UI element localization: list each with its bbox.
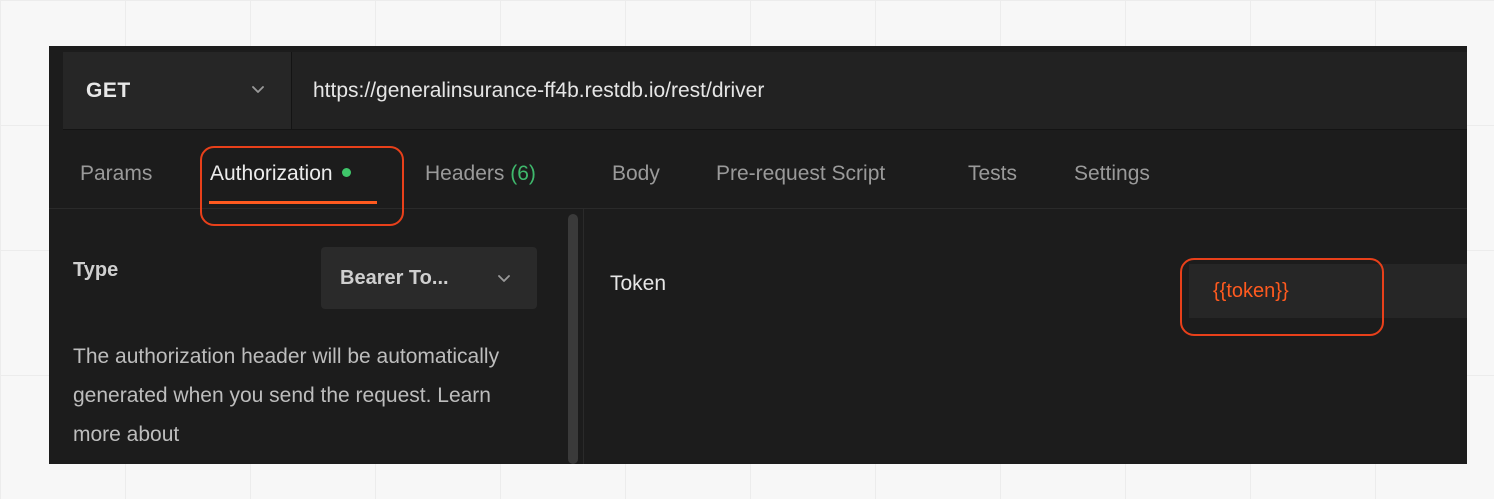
chevron-down-icon [498, 275, 510, 282]
chevron-down-icon [252, 86, 264, 93]
pane-divider[interactable] [583, 209, 584, 464]
tab-params[interactable]: Params [80, 162, 152, 186]
tab-settings[interactable]: Settings [1074, 162, 1150, 186]
scrollbar[interactable] [568, 214, 578, 464]
method-select[interactable]: GET [63, 52, 292, 129]
tab-body[interactable]: Body [612, 162, 660, 186]
tab-tests[interactable]: Tests [968, 162, 1017, 186]
url-input[interactable]: https://generalinsurance-ff4b.restdb.io/… [313, 52, 1413, 129]
type-label: Type [73, 259, 119, 281]
url-bar: GET https://generalinsurance-ff4b.restdb… [63, 52, 1467, 130]
tab-headers[interactable]: Headers (6) [425, 162, 536, 186]
auth-type-select[interactable]: Bearer To... [321, 247, 537, 309]
request-panel: GET https://generalinsurance-ff4b.restdb… [49, 46, 1467, 464]
token-label: Token [610, 272, 667, 295]
tab-pre-request-script[interactable]: Pre-request Script [716, 162, 885, 186]
method-label: GET [86, 78, 131, 102]
auth-type-value: Bearer To... [340, 266, 449, 289]
auth-description: The authorization header will be automat… [73, 345, 500, 446]
auth-type-pane: Type Bearer To... The authorization head… [49, 209, 569, 464]
headers-count: (6) [510, 162, 536, 185]
annotation-highlight-token [1180, 258, 1384, 336]
url-text: https://generalinsurance-ff4b.restdb.io/… [313, 78, 765, 102]
